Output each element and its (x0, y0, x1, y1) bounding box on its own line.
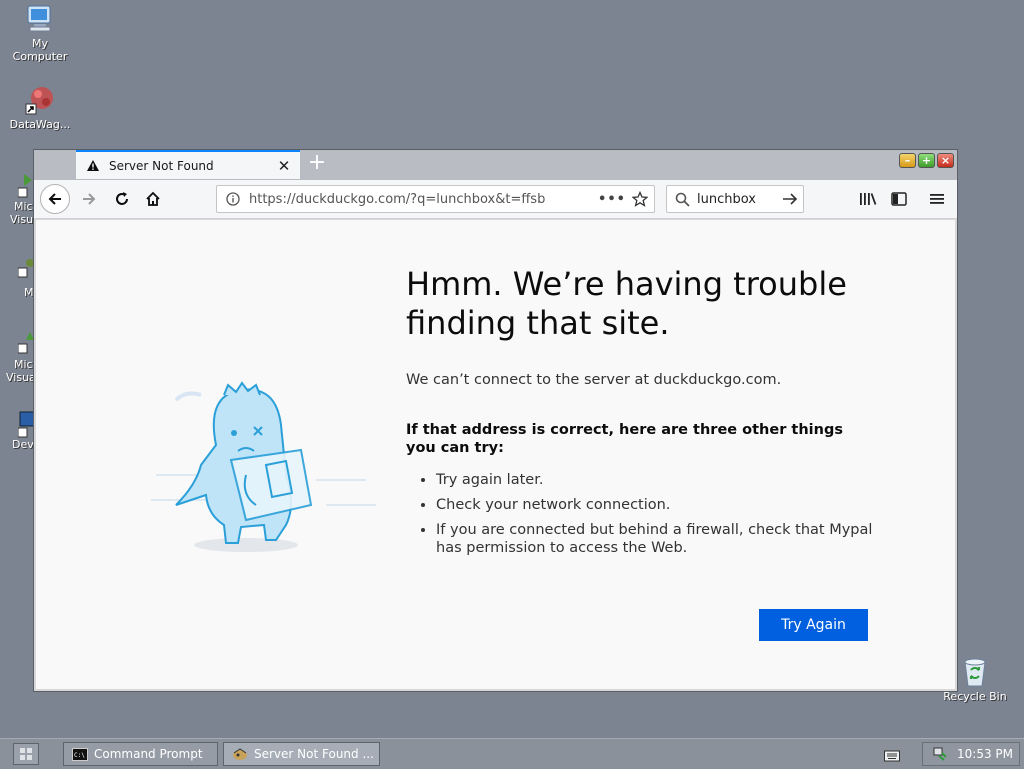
search-icon (667, 192, 697, 207)
navigation-toolbar: https://duckduckgo.com/?q=lunchbox&t=ffs… (34, 180, 957, 219)
desktop-icon-label: Computer (12, 50, 68, 63)
window-controls: – + × (899, 153, 954, 168)
minimize-button[interactable]: – (899, 153, 916, 168)
start-button[interactable] (13, 743, 39, 765)
try-again-button[interactable]: Try Again (759, 609, 868, 641)
list-item: If you are connected but behind a firewa… (436, 521, 876, 557)
maximize-icon: + (921, 154, 932, 167)
taskbar: C:\ Command Prompt Server Not Found ... … (0, 738, 1024, 769)
cmd-icon: C:\ (72, 747, 88, 761)
reload-button[interactable] (112, 189, 132, 209)
list-item: Check your network connection. (436, 496, 876, 514)
home-icon (146, 191, 160, 206)
tab-title: Server Not Found (109, 158, 214, 173)
arrow-right-icon (83, 193, 96, 205)
system-tray: 10:53 PM (922, 742, 1020, 766)
dinosaur-illustration (146, 355, 386, 565)
back-button[interactable] (40, 184, 70, 214)
desktop-icon-datawag[interactable]: DataWag... (0, 84, 80, 131)
search-bar[interactable]: lunchbox (666, 185, 804, 213)
desktop-icon-partial[interactable]: Mic Visu (0, 172, 36, 226)
desktop-icon-label: My (31, 37, 48, 50)
taskbar-item-label: Server Not Found ... (254, 747, 374, 761)
network-icon[interactable] (933, 747, 947, 761)
tab-server-not-found[interactable]: Server Not Found ✕ (76, 150, 300, 179)
keyboard-icon[interactable] (884, 747, 900, 762)
clock[interactable]: 10:53 PM (957, 747, 1013, 761)
desktop-icon-partial[interactable]: Mic Visua (0, 330, 36, 384)
computer-icon (24, 3, 56, 35)
desktop-icon-label: DataWag... (9, 118, 71, 131)
home-button[interactable] (143, 189, 163, 209)
new-tab-button[interactable]: + (305, 151, 329, 177)
taskbar-item-command-prompt[interactable]: C:\ Command Prompt (63, 742, 218, 766)
search-input[interactable]: lunchbox (697, 192, 777, 207)
error-suggestions-list: Try again later. Check your network conn… (420, 471, 876, 564)
bookmark-star-icon[interactable] (626, 191, 654, 207)
library-button[interactable] (858, 189, 878, 209)
page-actions-icon[interactable]: ••• (598, 192, 626, 207)
arrow-left-icon (48, 193, 61, 205)
url-bar[interactable]: https://duckduckgo.com/?q=lunchbox&t=ffs… (216, 185, 655, 213)
minimize-icon: – (904, 154, 911, 167)
datawag-icon (24, 84, 56, 116)
taskbar-item-label: Command Prompt (94, 747, 203, 761)
sidebar-button[interactable] (889, 189, 909, 209)
svg-text:C:\: C:\ (74, 752, 85, 759)
error-title: Hmm. We’re having trouble finding that s… (406, 265, 847, 342)
forward-button[interactable] (79, 189, 99, 209)
close-icon: × (940, 154, 951, 167)
error-suggestions-heading: If that address is correct, here are thr… (406, 422, 843, 456)
taskbar-item-browser[interactable]: Server Not Found ... (223, 742, 380, 766)
browser-window: Server Not Found ✕ + – + × https://duckd… (33, 149, 958, 692)
browser-icon (232, 747, 248, 761)
desktop-icon-label: Visua (6, 371, 36, 384)
sidebar-icon (891, 192, 907, 206)
tab-strip: Server Not Found ✕ + – + × (34, 150, 957, 180)
list-item: Try again later. (436, 471, 876, 489)
url-text[interactable]: https://duckduckgo.com/?q=lunchbox&t=ffs… (249, 192, 598, 207)
close-window-button[interactable]: × (937, 153, 954, 168)
menu-button[interactable] (927, 189, 947, 209)
start-grid-icon (20, 748, 32, 760)
desktop-icon-partial[interactable]: Dev (0, 410, 36, 451)
library-icon (860, 193, 877, 205)
warning-icon (86, 159, 100, 173)
hamburger-menu-icon (930, 194, 944, 204)
info-icon[interactable] (217, 192, 249, 206)
error-description: We can’t connect to the server at duckdu… (406, 372, 782, 388)
recycle-bin-icon (959, 656, 991, 688)
search-go-icon[interactable] (777, 192, 803, 206)
reload-icon (116, 192, 128, 205)
close-tab-icon[interactable]: ✕ (274, 157, 294, 175)
desktop-icon-my-computer[interactable]: My Computer (0, 3, 80, 63)
desktop-icon-partial[interactable]: M (0, 258, 36, 299)
page-content: Hmm. We’re having trouble finding that s… (36, 220, 955, 689)
maximize-button[interactable]: + (918, 153, 935, 168)
